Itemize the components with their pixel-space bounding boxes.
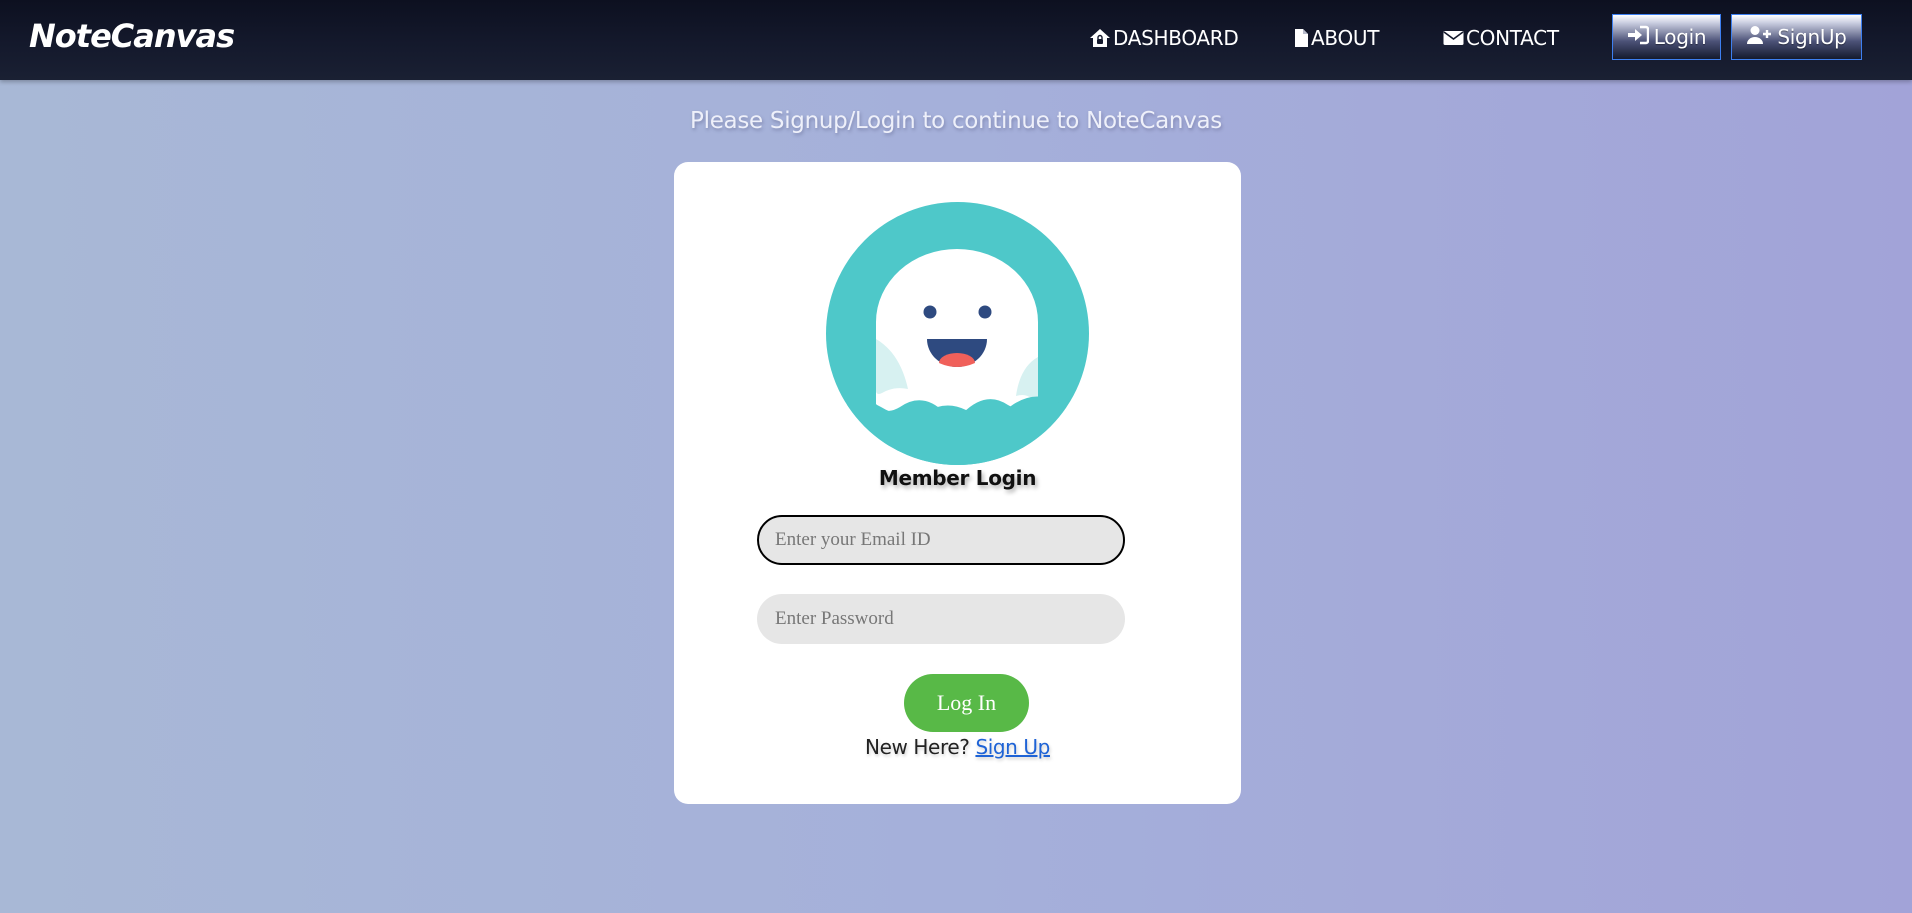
- email-input[interactable]: [757, 515, 1125, 565]
- new-here-label: New Here?: [865, 735, 970, 759]
- envelope-icon: [1443, 30, 1464, 46]
- user-plus-icon: [1746, 25, 1772, 50]
- nav-contact-link[interactable]: CONTACT: [1443, 24, 1559, 52]
- login-button-label: Login: [1653, 25, 1707, 49]
- navbar: NoteCanvas DASHBOARD ABOUT CONTACT Login…: [0, 0, 1912, 80]
- document-icon: [1294, 28, 1309, 48]
- nav-dashboard-link[interactable]: DASHBOARD: [1089, 24, 1239, 52]
- signup-button[interactable]: SignUp: [1731, 14, 1862, 60]
- page-subtitle: Please Signup/Login to continue to NoteC…: [690, 108, 1222, 134]
- signup-button-label: SignUp: [1777, 25, 1847, 49]
- home-lock-icon: [1089, 28, 1111, 48]
- log-in-button[interactable]: Log In: [904, 674, 1029, 732]
- brand-logo[interactable]: NoteCanvas: [29, 17, 235, 55]
- nav-about-label: ABOUT: [1311, 26, 1380, 50]
- nav-dashboard-label: DASHBOARD: [1113, 26, 1239, 50]
- new-here-text: New Here? Sign Up: [674, 735, 1241, 759]
- member-login-title: Member Login: [878, 466, 1037, 490]
- ghost-avatar-icon: [826, 202, 1089, 465]
- password-input[interactable]: [757, 594, 1125, 644]
- sign-in-icon: [1627, 25, 1649, 50]
- signup-link[interactable]: Sign Up: [975, 735, 1050, 759]
- nav-contact-label: CONTACT: [1466, 26, 1559, 50]
- login-button[interactable]: Login: [1612, 14, 1721, 60]
- login-card: Member Login Log In New Here? Sign Up: [674, 162, 1241, 804]
- nav-about-link[interactable]: ABOUT: [1294, 24, 1379, 52]
